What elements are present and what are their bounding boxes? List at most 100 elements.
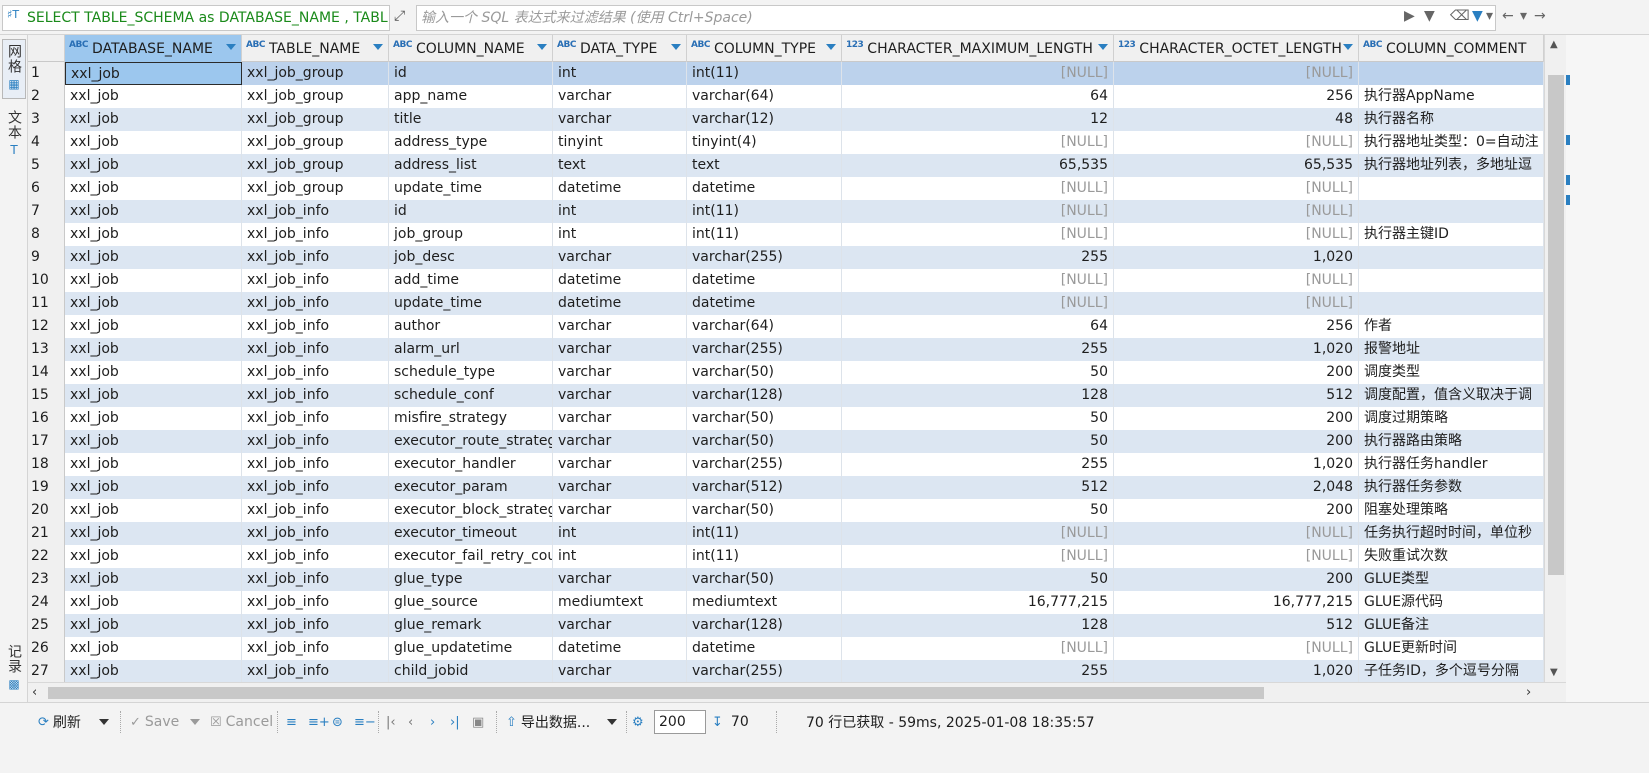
table-cell[interactable]: 16,777,215: [1114, 591, 1359, 614]
export-dropdown-icon[interactable]: [607, 719, 617, 725]
table-cell[interactable]: int: [553, 200, 687, 223]
table-cell[interactable]: 200: [1114, 407, 1359, 430]
table-cell[interactable]: title: [389, 108, 553, 131]
table-cell[interactable]: varchar: [553, 476, 687, 499]
table-cell[interactable]: 200: [1114, 361, 1359, 384]
table-cell[interactable]: 调度配置，值含义取决于调: [1359, 384, 1544, 407]
table-cell[interactable]: 1,020: [1114, 660, 1359, 682]
table-cell[interactable]: xxl_job: [65, 430, 242, 453]
row-number[interactable]: 2: [28, 85, 65, 108]
row-number[interactable]: 17: [28, 430, 65, 453]
table-cell[interactable]: executor_timeout: [389, 522, 553, 545]
filter-icon[interactable]: ▼: [1472, 8, 1483, 24]
table-cell[interactable]: xxl_job: [65, 246, 242, 269]
query-text-box[interactable]: ♯T SELECT TABLE_SCHEMA as DATABASE_NAME …: [2, 5, 390, 31]
table-cell[interactable]: xxl_job_info: [242, 568, 389, 591]
table-cell[interactable]: xxl_job_info: [242, 453, 389, 476]
table-cell[interactable]: varchar: [553, 361, 687, 384]
row-number[interactable]: 6: [28, 177, 65, 200]
add-row-button[interactable]: ≡+: [308, 711, 334, 733]
filter-settings-icon[interactable]: ▾: [1486, 8, 1493, 24]
table-cell[interactable]: [1359, 200, 1544, 223]
table-cell[interactable]: [NULL]: [842, 62, 1114, 85]
table-cell[interactable]: 执行器路由策略: [1359, 430, 1544, 453]
table-cell[interactable]: [NULL]: [1114, 522, 1359, 545]
table-cell[interactable]: varchar: [553, 85, 687, 108]
table-cell[interactable]: xxl_job: [65, 200, 242, 223]
table-cell[interactable]: 调度类型: [1359, 361, 1544, 384]
row-number[interactable]: 13: [28, 338, 65, 361]
table-cell[interactable]: xxl_job: [65, 522, 242, 545]
table-cell[interactable]: [NULL]: [1114, 131, 1359, 154]
copy-row-button[interactable]: ⊜: [332, 711, 347, 733]
table-cell[interactable]: varchar: [553, 614, 687, 637]
column-header-column-name[interactable]: ABC COLUMN_NAME: [389, 35, 553, 62]
table-cell[interactable]: varchar: [553, 315, 687, 338]
table-cell[interactable]: xxl_job_info: [242, 384, 389, 407]
table-cell[interactable]: text: [553, 154, 687, 177]
table-cell[interactable]: varchar(255): [687, 660, 842, 682]
table-cell[interactable]: [NULL]: [1114, 292, 1359, 315]
table-cell[interactable]: 1,020: [1114, 246, 1359, 269]
table-cell[interactable]: xxl_job_info: [242, 292, 389, 315]
row-number[interactable]: 9: [28, 246, 65, 269]
row-number[interactable]: 4: [28, 131, 65, 154]
row-number[interactable]: 7: [28, 200, 65, 223]
table-row[interactable]: 24 xxl_job xxl_job_info glue_source mediumte…: [28, 591, 1544, 614]
table-cell[interactable]: 512: [1114, 614, 1359, 637]
table-cell[interactable]: xxl_job: [65, 499, 242, 522]
table-cell[interactable]: [1359, 246, 1544, 269]
row-count-indicator[interactable]: ↧ 70: [712, 711, 749, 733]
table-row[interactable]: 4 xxl_job xxl_job_group address_type tinyint…: [28, 131, 1544, 154]
table-cell[interactable]: xxl_job: [65, 108, 242, 131]
table-cell[interactable]: GLUE备注: [1359, 614, 1544, 637]
table-cell[interactable]: glue_updatetime: [389, 637, 553, 660]
row-number[interactable]: 12: [28, 315, 65, 338]
table-cell[interactable]: GLUE源代码: [1359, 591, 1544, 614]
table-cell[interactable]: [NULL]: [842, 131, 1114, 154]
table-cell[interactable]: [1359, 62, 1544, 85]
table-cell[interactable]: xxl_job_group: [242, 131, 389, 154]
table-cell[interactable]: xxl_job_group: [242, 85, 389, 108]
table-cell[interactable]: int(11): [687, 62, 842, 85]
cancel-button[interactable]: ☒ Cancel: [210, 711, 273, 733]
table-cell[interactable]: text: [687, 154, 842, 177]
sort-filter-icon[interactable]: [826, 44, 836, 50]
edit-row-button[interactable]: ≡: [286, 711, 301, 733]
table-cell[interactable]: 执行器名称: [1359, 108, 1544, 131]
table-cell[interactable]: executor_block_strategy: [389, 499, 553, 522]
table-cell[interactable]: tinyint(4): [687, 131, 842, 154]
table-cell[interactable]: [1359, 292, 1544, 315]
table-row[interactable]: 10 xxl_job xxl_job_info add_time datetime dat…: [28, 269, 1544, 292]
column-header-database-name[interactable]: ABC DATABASE_NAME: [65, 35, 242, 62]
table-cell[interactable]: address_type: [389, 131, 553, 154]
table-cell[interactable]: 50: [842, 499, 1114, 522]
table-cell[interactable]: update_time: [389, 292, 553, 315]
row-number[interactable]: 26: [28, 637, 65, 660]
apply-filter-icon[interactable]: ▶: [1404, 8, 1415, 24]
row-number[interactable]: 10: [28, 269, 65, 292]
first-page-button[interactable]: |‹: [386, 711, 400, 733]
table-row[interactable]: 26 xxl_job xxl_job_info glue_updatetime date…: [28, 637, 1544, 660]
table-cell[interactable]: 2,048: [1114, 476, 1359, 499]
table-cell[interactable]: tinyint: [553, 131, 687, 154]
table-cell[interactable]: xxl_job: [65, 384, 242, 407]
table-cell[interactable]: 256: [1114, 315, 1359, 338]
table-cell[interactable]: datetime: [687, 292, 842, 315]
table-cell[interactable]: xxl_job: [65, 476, 242, 499]
table-cell[interactable]: xxl_job: [65, 637, 242, 660]
table-cell[interactable]: 200: [1114, 499, 1359, 522]
table-cell[interactable]: GLUE类型: [1359, 568, 1544, 591]
table-cell[interactable]: [NULL]: [842, 637, 1114, 660]
table-cell[interactable]: varchar(50): [687, 430, 842, 453]
table-cell[interactable]: [NULL]: [1114, 62, 1359, 85]
table-cell[interactable]: [NULL]: [1114, 223, 1359, 246]
table-cell[interactable]: xxl_job_info: [242, 269, 389, 292]
table-cell[interactable]: [NULL]: [842, 177, 1114, 200]
table-cell[interactable]: datetime: [553, 269, 687, 292]
table-cell[interactable]: 执行器主键ID: [1359, 223, 1544, 246]
table-cell[interactable]: varchar(128): [687, 384, 842, 407]
sort-filter-icon[interactable]: [373, 44, 383, 50]
table-cell[interactable]: [NULL]: [1114, 637, 1359, 660]
table-cell[interactable]: 200: [1114, 430, 1359, 453]
